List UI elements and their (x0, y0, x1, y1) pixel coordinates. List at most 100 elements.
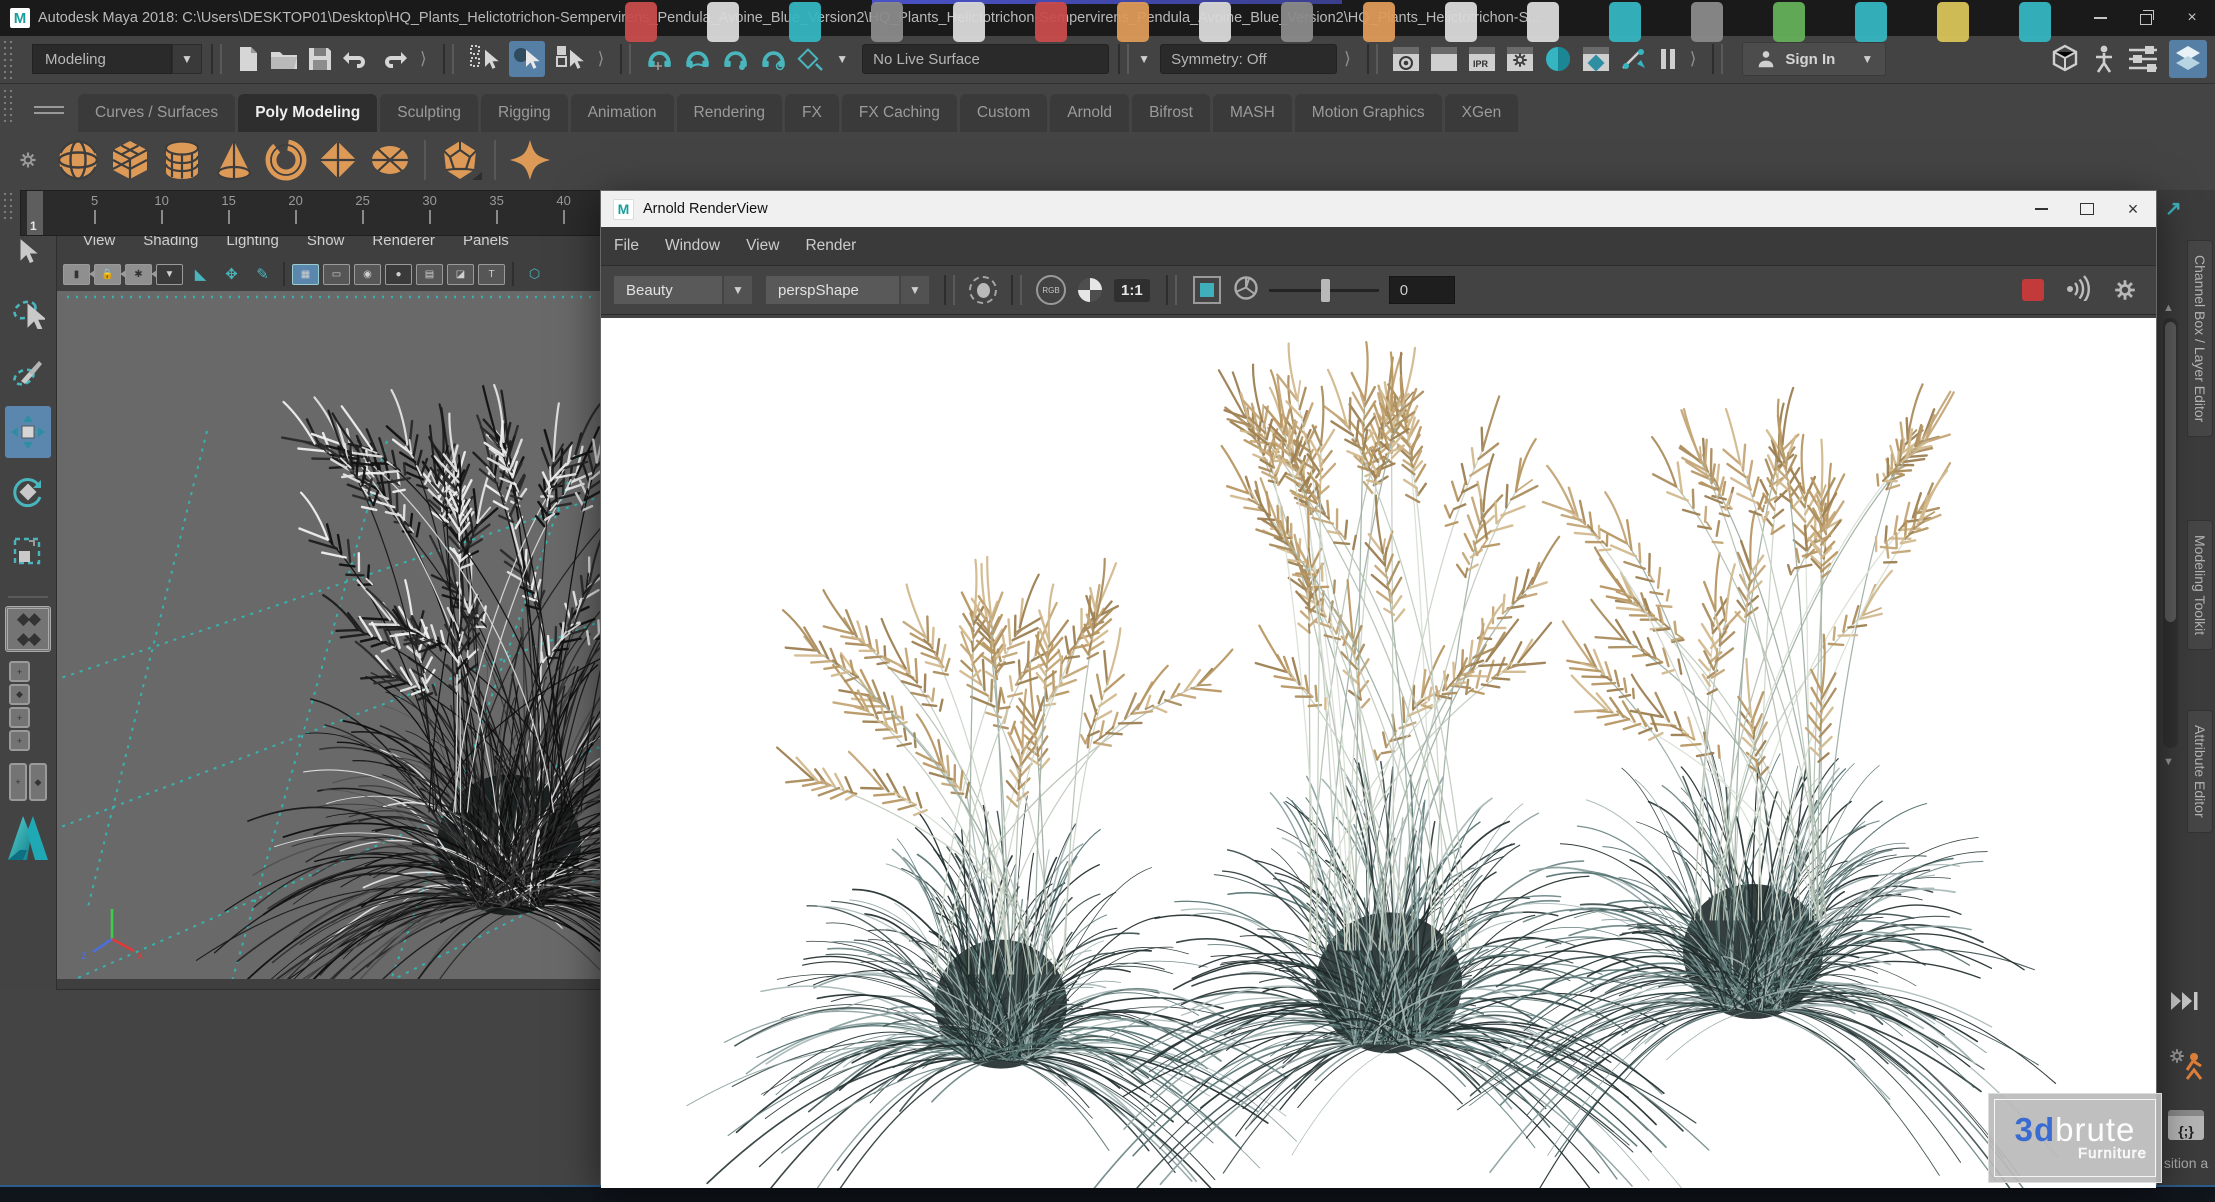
aov-selector[interactable]: Beauty ▼ (613, 275, 753, 305)
render-current-frame-icon[interactable] (1391, 45, 1421, 73)
shelf-tab-bifrost[interactable]: Bifrost (1132, 94, 1210, 132)
group-separator[interactable] (1712, 44, 1723, 74)
go-to-end-button[interactable] (2157, 990, 2215, 1017)
slider-handle[interactable] (1321, 279, 1330, 302)
poly-plane-icon[interactable] (315, 137, 361, 183)
snap-to-point-icon[interactable] (720, 44, 750, 74)
renderview-settings-gear-icon[interactable] (2112, 277, 2138, 303)
symmetry-field[interactable]: Symmetry: Off (1160, 44, 1337, 74)
occluded-shelf-icon[interactable] (1855, 2, 1887, 42)
bookmark-icon[interactable]: ▼ (156, 264, 183, 285)
platonic-solid-icon[interactable] (437, 137, 483, 183)
camera-attributes-icon[interactable]: ✱ (125, 264, 152, 285)
shelf-tab-rigging[interactable]: Rigging (481, 94, 568, 132)
live-surface-field[interactable]: No Live Surface (862, 44, 1109, 74)
zoom-ratio-button[interactable]: 1:1 (1114, 279, 1150, 302)
occluded-shelf-icon[interactable] (1773, 2, 1805, 42)
exposure-value-field[interactable]: 0 (1389, 276, 1455, 304)
snapshot-icon[interactable] (969, 276, 997, 304)
gate-mask-icon[interactable]: ● (385, 264, 412, 285)
script-editor-button[interactable]: {;} (2157, 1110, 2215, 1141)
toggle-character-controls-icon[interactable] (2089, 43, 2119, 75)
live-updates-icon[interactable] (2064, 275, 2092, 306)
group-expander-icon[interactable]: ⟩ (1690, 49, 1697, 69)
grease-pencil-icon[interactable]: ✎ (249, 264, 276, 285)
ipr-render-icon[interactable]: IPR (1467, 45, 1497, 73)
scrollbar-thumb[interactable] (2165, 322, 2176, 622)
camera-select-icon[interactable]: ▮ (63, 264, 90, 285)
current-frame-marker[interactable]: 1 (27, 191, 43, 235)
right-tab-modeling-toolkit[interactable]: Modeling Toolkit (2187, 520, 2213, 650)
occluded-shelf-icon[interactable] (1199, 2, 1231, 42)
redo-icon[interactable] (379, 46, 409, 72)
save-scene-icon[interactable] (307, 46, 333, 72)
occluded-shelf-icon[interactable] (1527, 2, 1559, 42)
group-expander-icon[interactable]: ⟩ (420, 49, 427, 69)
super-shape-icon[interactable] (507, 137, 553, 183)
lasso-tool[interactable] (5, 286, 51, 338)
renderview-menu-window[interactable]: Window (652, 237, 733, 255)
shelf-tab-fx[interactable]: FX (785, 94, 839, 132)
right-tab-channel-box-layer-editor[interactable]: Channel Box / Layer Editor (2187, 240, 2213, 437)
field-chart-icon[interactable]: ▤ (416, 264, 443, 285)
shelf-tab-curves-surfaces[interactable]: Curves / Surfaces (78, 94, 235, 132)
poly-torus-icon[interactable] (263, 137, 309, 183)
snap-to-plane-icon[interactable] (796, 44, 826, 74)
occluded-shelf-icon[interactable] (1117, 2, 1149, 42)
occluded-shelf-icon[interactable] (789, 2, 821, 42)
lighting-sets-icon[interactable] (1581, 45, 1611, 73)
shelf-tab-fx-caching[interactable]: FX Caching (842, 94, 957, 132)
menu-set-selector[interactable]: Modeling ▼ (32, 44, 202, 74)
toon-shading-icon[interactable] (1543, 44, 1573, 74)
close-button[interactable]: × (2110, 192, 2156, 226)
occluded-shelf-icon[interactable] (871, 2, 903, 42)
region-render-icon[interactable] (1193, 276, 1221, 304)
select-hierarchy-icon[interactable] (467, 42, 501, 76)
poly-cone-icon[interactable] (211, 137, 257, 183)
shelf-tab-rendering[interactable]: Rendering (677, 94, 783, 132)
film-gate-icon[interactable]: ▭ (323, 264, 350, 285)
occluded-shelf-icon[interactable] (707, 2, 739, 42)
group-separator[interactable] (1118, 44, 1129, 74)
shelf-tab-animation[interactable]: Animation (571, 94, 674, 132)
scroll-down-icon[interactable]: ▼ (2163, 756, 2174, 768)
group-separator[interactable] (620, 44, 631, 74)
occluded-shelf-icon[interactable] (1281, 2, 1313, 42)
shelf-tab-custom[interactable]: Custom (960, 94, 1047, 132)
camera-aperture-icon[interactable] (1233, 275, 1259, 306)
poly-disc-icon[interactable] (367, 137, 413, 183)
safe-title-icon[interactable]: T (478, 264, 505, 285)
shelf-tab-mash[interactable]: MASH (1213, 94, 1292, 132)
toggle-channel-box-icon[interactable] (2127, 44, 2161, 74)
drag-handle[interactable] (2, 39, 14, 79)
poly-cube-icon[interactable] (107, 137, 153, 183)
group-expander-icon[interactable]: ⟩ (1344, 49, 1351, 69)
minimize-button[interactable] (2077, 1, 2123, 35)
shelf-tab-sculpting[interactable]: Sculpting (380, 94, 478, 132)
group-separator[interactable] (443, 44, 454, 74)
scale-tool[interactable] (5, 526, 51, 578)
render-region-icon[interactable] (1429, 45, 1459, 73)
shelf-tab-arnold[interactable]: Arnold (1050, 94, 1129, 132)
occluded-shelf-icon[interactable] (2019, 2, 2051, 42)
shelf-tab-poly-modeling[interactable]: Poly Modeling (238, 94, 377, 132)
stop-render-button[interactable] (2022, 279, 2044, 301)
occluded-shelf-icon[interactable] (1445, 2, 1477, 42)
shading-cube-icon[interactable]: ⬡ (521, 264, 548, 285)
toggle-modeling-toolkit-icon[interactable] (2049, 43, 2081, 75)
renderview-menu-render[interactable]: Render (792, 237, 869, 255)
group-separator[interactable] (211, 44, 222, 74)
occluded-shelf-icon[interactable] (1937, 2, 1969, 42)
viewport-canvas[interactable]: xz (57, 291, 600, 979)
display-channel-icon[interactable]: RGB (1036, 275, 1066, 305)
chevron-down-icon[interactable]: ▼ (836, 52, 848, 66)
right-tab-attribute-editor[interactable]: Attribute Editor (2187, 710, 2213, 833)
pan-zoom-icon[interactable]: ✥ (218, 264, 245, 285)
renderview-title-bar[interactable]: M Arnold RenderView × (601, 191, 2156, 227)
single-pane-layout-button[interactable]: ◆◆◆◆ (5, 606, 51, 652)
minimize-button[interactable] (2018, 192, 2064, 226)
new-scene-icon[interactable] (235, 45, 261, 73)
occluded-shelf-icon[interactable] (953, 2, 985, 42)
pause-icon[interactable] (1661, 49, 1675, 69)
renderview-menu-file[interactable]: File (601, 237, 652, 255)
